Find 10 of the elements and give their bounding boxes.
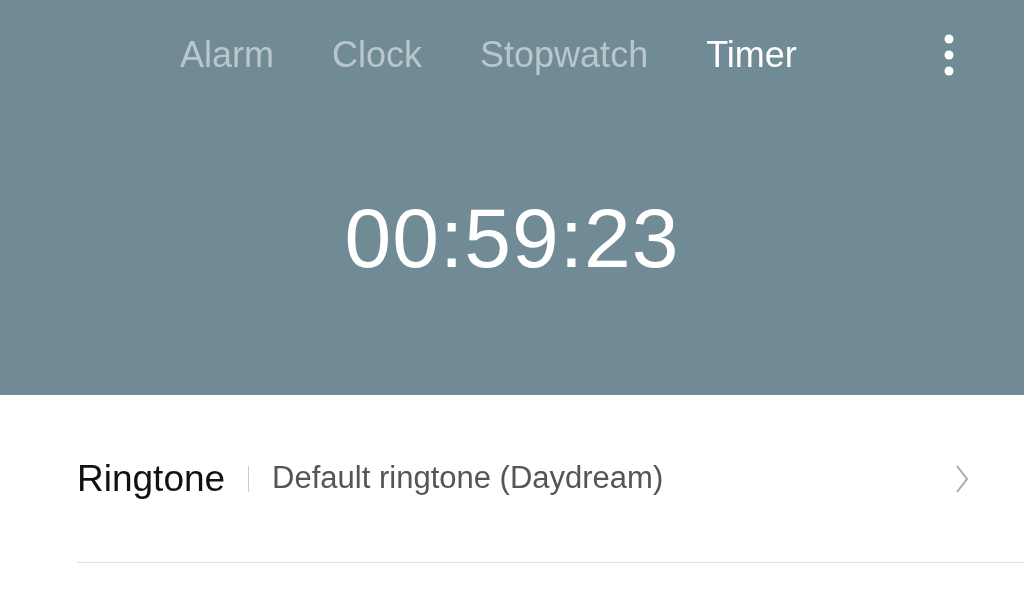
timer-display: 00:59:23: [344, 196, 680, 280]
tab[interactable]: Clock: [332, 37, 423, 73]
chevron-right-icon: [955, 463, 969, 494]
more-vertical-icon: [944, 34, 954, 76]
tab[interactable]: Alarm: [180, 37, 274, 73]
settings-row[interactable]: Ringtone Default ringtone (Daydream): [77, 395, 1024, 563]
tab[interactable]: Timer: [706, 37, 797, 73]
setting-label: Ringtone: [77, 456, 226, 501]
tab[interactable]: Stopwatch: [480, 37, 649, 73]
setting-value: Default ringtone (Daydream): [272, 459, 664, 498]
